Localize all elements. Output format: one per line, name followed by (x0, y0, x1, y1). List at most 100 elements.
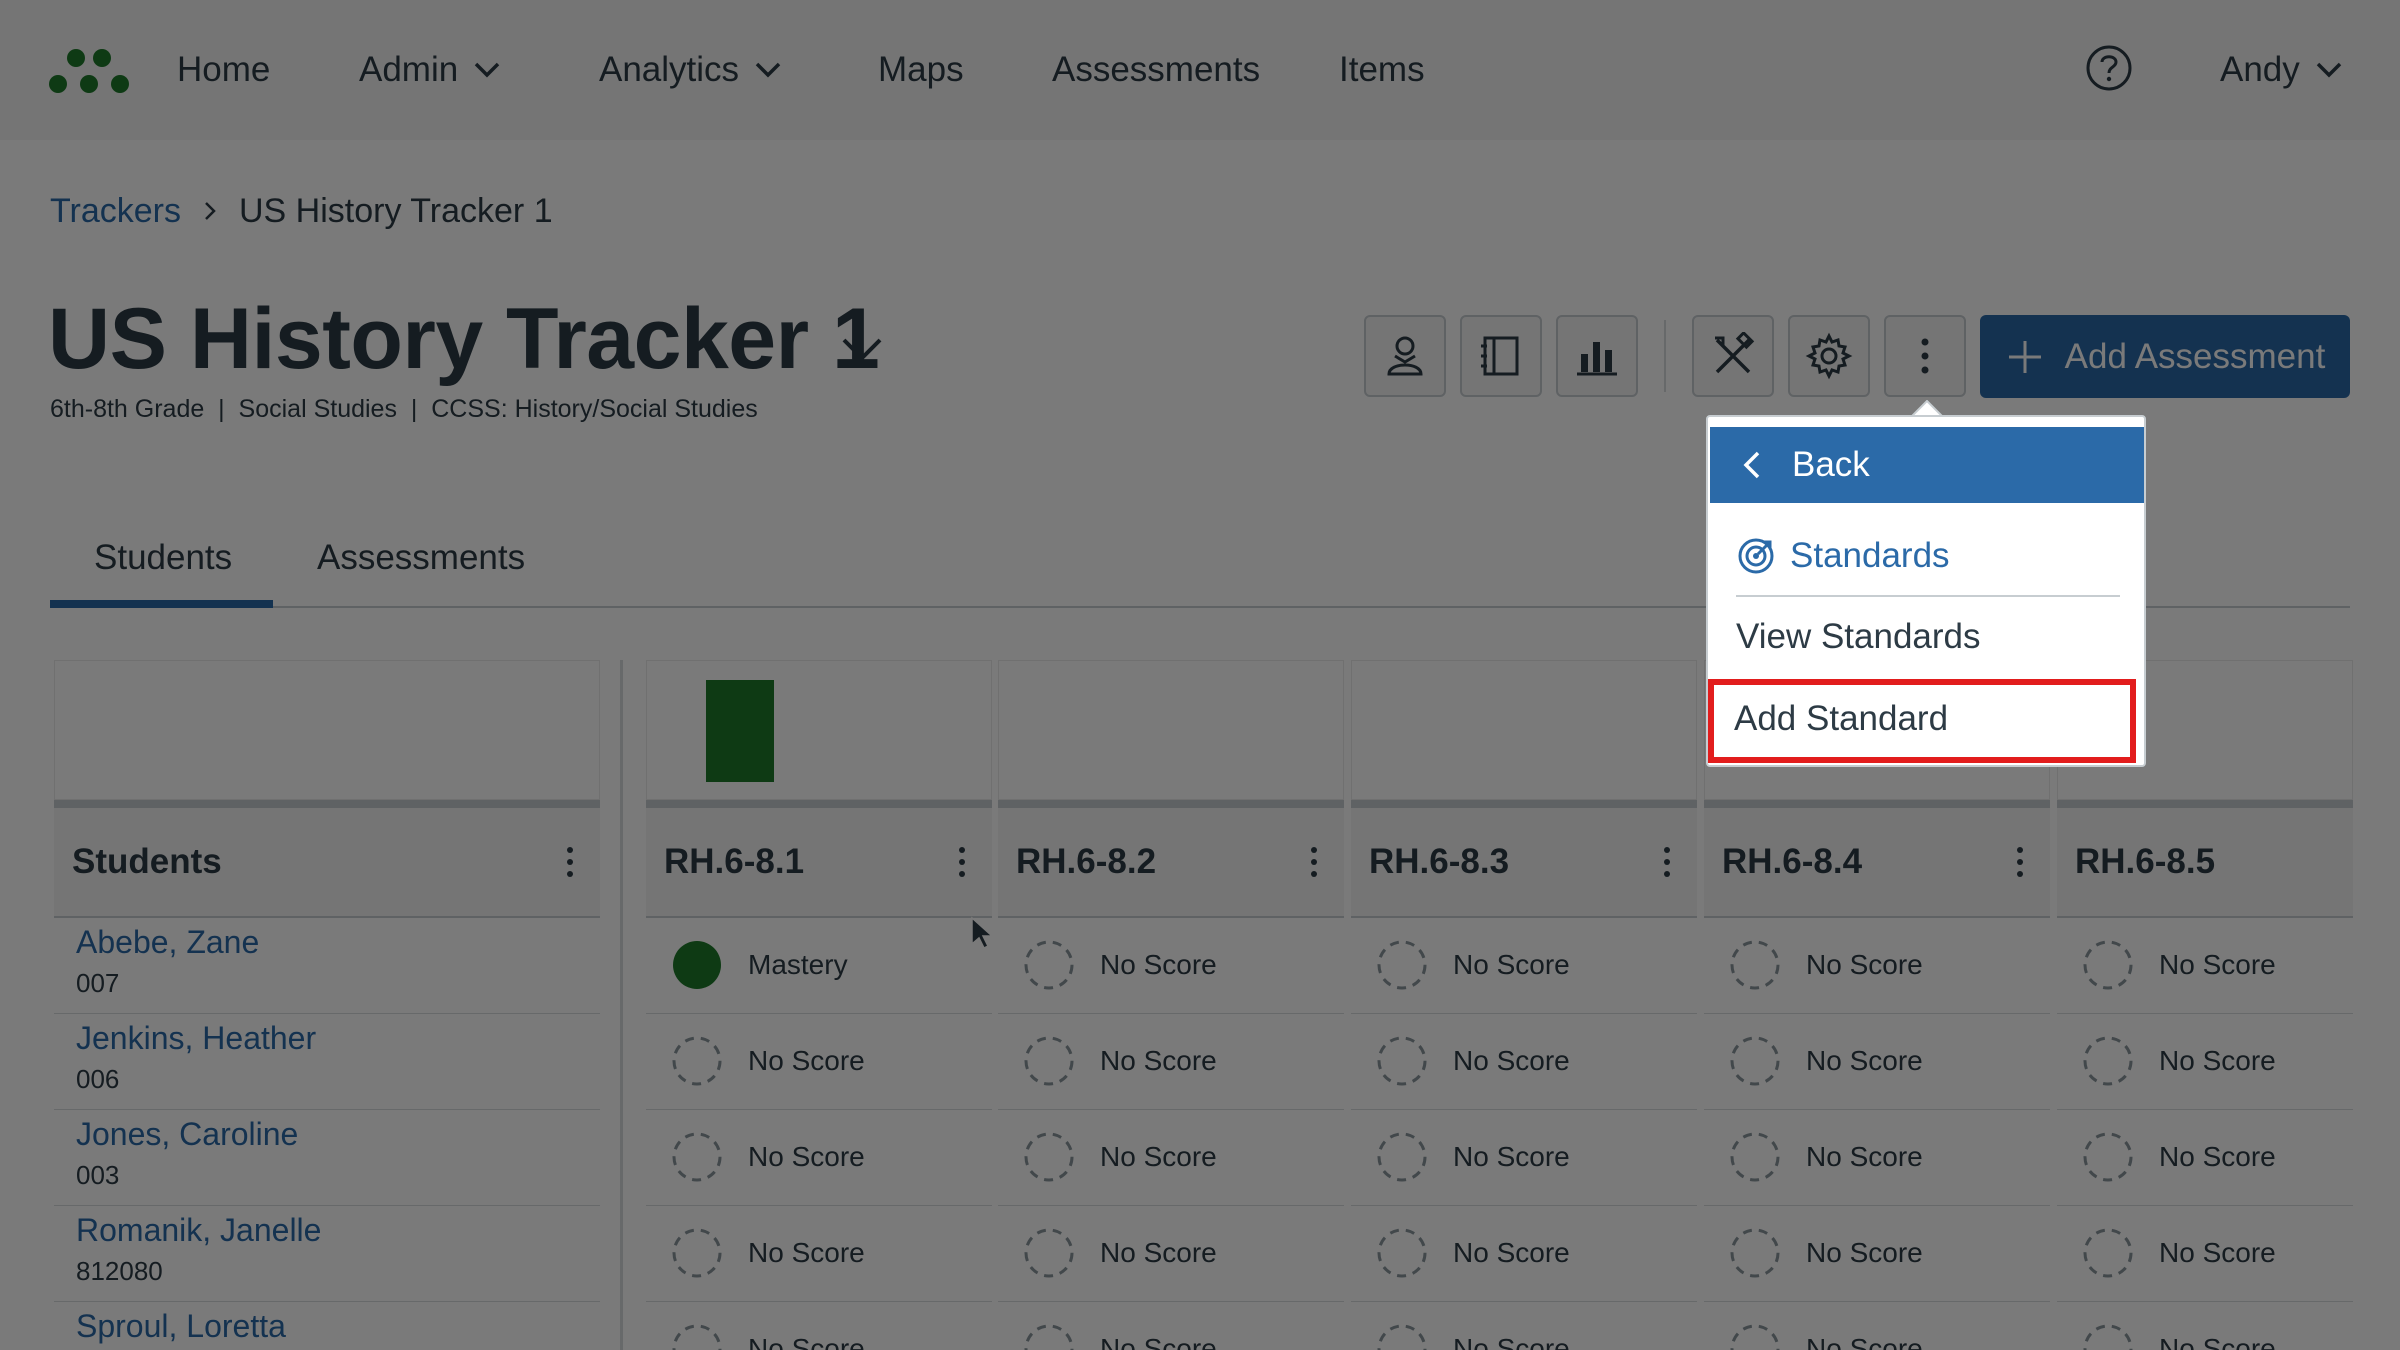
chevron-down-icon[interactable] (838, 330, 886, 370)
more-options-button[interactable] (1884, 315, 1966, 397)
dots-logo-icon[interactable] (48, 42, 130, 96)
student-name-link[interactable]: Jones, Caroline (76, 1116, 298, 1153)
standard-column-top (1351, 660, 1697, 800)
no-score-icon (1377, 1036, 1427, 1086)
score-cell[interactable]: No Score (2057, 1206, 2353, 1302)
student-id: 003 (76, 1160, 120, 1190)
no-score-icon (1730, 940, 1780, 990)
more-vertical-icon (1921, 338, 1929, 374)
score-cell[interactable]: No Score (2057, 1014, 2353, 1110)
chevron-down-icon (474, 62, 500, 78)
score-label: No Score (1806, 1045, 1923, 1076)
score-cell[interactable]: No Score (1704, 1014, 2050, 1110)
more-vertical-icon[interactable] (950, 842, 974, 882)
menu-group-standards: Standards (1736, 517, 2120, 597)
no-score-icon (672, 1036, 722, 1086)
score-cell[interactable]: No Score (998, 1110, 1344, 1206)
gradebook-button[interactable] (1460, 315, 1542, 397)
score-cell[interactable]: No Score (1351, 1110, 1697, 1206)
student-icon (1387, 336, 1423, 376)
gear-icon (1805, 332, 1853, 380)
breadcrumb-link-trackers[interactable]: Trackers (50, 192, 181, 231)
table-row: Abebe, Zane 007 (54, 918, 600, 1014)
nav-item-admin[interactable]: Admin (359, 44, 502, 96)
score-cell[interactable]: No Score (998, 1302, 1344, 1350)
score-cell[interactable]: No Score (646, 1206, 992, 1302)
score-cell[interactable]: No Score (646, 1110, 992, 1206)
score-cell[interactable]: No Score (1351, 918, 1697, 1014)
student-id: 812080 (76, 1256, 163, 1286)
score-cell[interactable]: No Score (1351, 1302, 1697, 1350)
more-vertical-icon[interactable] (558, 842, 582, 882)
standard-column-header: RH.6-8.5 (2057, 800, 2353, 918)
more-vertical-icon[interactable] (2008, 842, 2032, 882)
menu-item-view-standards[interactable]: View Standards (1736, 617, 1981, 657)
menu-item-add-standard[interactable]: Add Standard (1708, 679, 2136, 763)
score-cell[interactable]: Mastery (646, 918, 992, 1014)
score-indicator: No Score (1375, 1034, 1570, 1088)
more-vertical-icon[interactable] (1655, 842, 1679, 882)
score-indicator: No Score (2081, 1034, 2276, 1088)
score-cell[interactable]: No Score (646, 1302, 992, 1350)
no-score-icon (1730, 1132, 1780, 1182)
score-indicator: No Score (1022, 1322, 1217, 1350)
students-button[interactable] (1364, 315, 1446, 397)
add-assessment-button[interactable]: Add Assessment (1980, 315, 2350, 398)
score-indicator: No Score (1375, 1130, 1570, 1184)
more-vertical-icon[interactable] (1302, 842, 1326, 882)
score-label: No Score (1453, 949, 1570, 980)
student-name-link[interactable]: Sproul, Loretta (76, 1308, 286, 1345)
no-score-icon (2083, 1324, 2133, 1350)
nav-item-maps[interactable]: Maps (878, 44, 964, 96)
nav-item-items[interactable]: Items (1339, 44, 1425, 96)
score-cell[interactable]: No Score (1704, 1110, 2050, 1206)
score-cell[interactable]: No Score (998, 918, 1344, 1014)
score-cell[interactable]: No Score (2057, 1302, 2353, 1350)
score-cell[interactable]: No Score (1704, 918, 2050, 1014)
plus-icon (2008, 340, 2041, 373)
nav-item-analytics[interactable]: Analytics (599, 44, 783, 96)
score-indicator: No Score (1728, 1034, 1923, 1088)
score-cell[interactable]: No Score (998, 1206, 1344, 1302)
score-label: No Score (1100, 1141, 1217, 1172)
score-cell[interactable]: No Score (2057, 1110, 2353, 1206)
student-name-link[interactable]: Romanik, Janelle (76, 1212, 321, 1249)
score-cell[interactable]: No Score (1704, 1206, 2050, 1302)
score-indicator: No Score (670, 1322, 865, 1350)
no-score-icon (1377, 1228, 1427, 1278)
no-score-icon (1024, 940, 1074, 990)
score-indicator: No Score (670, 1130, 865, 1184)
tab-students[interactable]: Students (94, 538, 232, 578)
standard-column-top (646, 660, 992, 800)
no-score-icon (1024, 1228, 1074, 1278)
settings-button[interactable] (1788, 315, 1870, 397)
score-label: No Score (748, 1333, 865, 1350)
student-name-link[interactable]: Jenkins, Heather (76, 1020, 316, 1057)
active-tab-indicator (50, 600, 273, 608)
standard-column-header: RH.6-8.4 (1704, 800, 2050, 918)
user-menu[interactable]: Andy (2220, 44, 2344, 96)
standard-column-top (998, 660, 1344, 800)
score-cell[interactable]: No Score (646, 1014, 992, 1110)
score-indicator: No Score (1375, 1322, 1570, 1350)
table-row: Romanik, Janelle 812080 (54, 1206, 600, 1302)
score-label: No Score (1806, 1237, 1923, 1268)
score-cell[interactable]: No Score (1704, 1302, 2050, 1350)
score-cell[interactable]: No Score (1351, 1206, 1697, 1302)
tab-assessments[interactable]: Assessments (317, 538, 525, 578)
top-navigation: Home Admin Analytics Maps Assessments It… (0, 0, 2400, 140)
no-score-icon (1377, 1132, 1427, 1182)
score-cell[interactable]: No Score (998, 1014, 1344, 1110)
reports-button[interactable] (1556, 315, 1638, 397)
score-cell[interactable]: No Score (2057, 918, 2353, 1014)
tools-button[interactable] (1692, 315, 1774, 397)
menu-back-button[interactable]: Back (1710, 427, 2144, 503)
score-cell[interactable]: No Score (1351, 1014, 1697, 1110)
score-indicator: No Score (1728, 938, 1923, 992)
no-score-icon (2083, 1228, 2133, 1278)
score-indicator: No Score (670, 1226, 865, 1280)
nav-item-home[interactable]: Home (177, 44, 270, 96)
nav-item-assessments[interactable]: Assessments (1052, 44, 1260, 96)
question-circle-icon[interactable] (2085, 44, 2133, 92)
student-name-link[interactable]: Abebe, Zane (76, 924, 259, 961)
